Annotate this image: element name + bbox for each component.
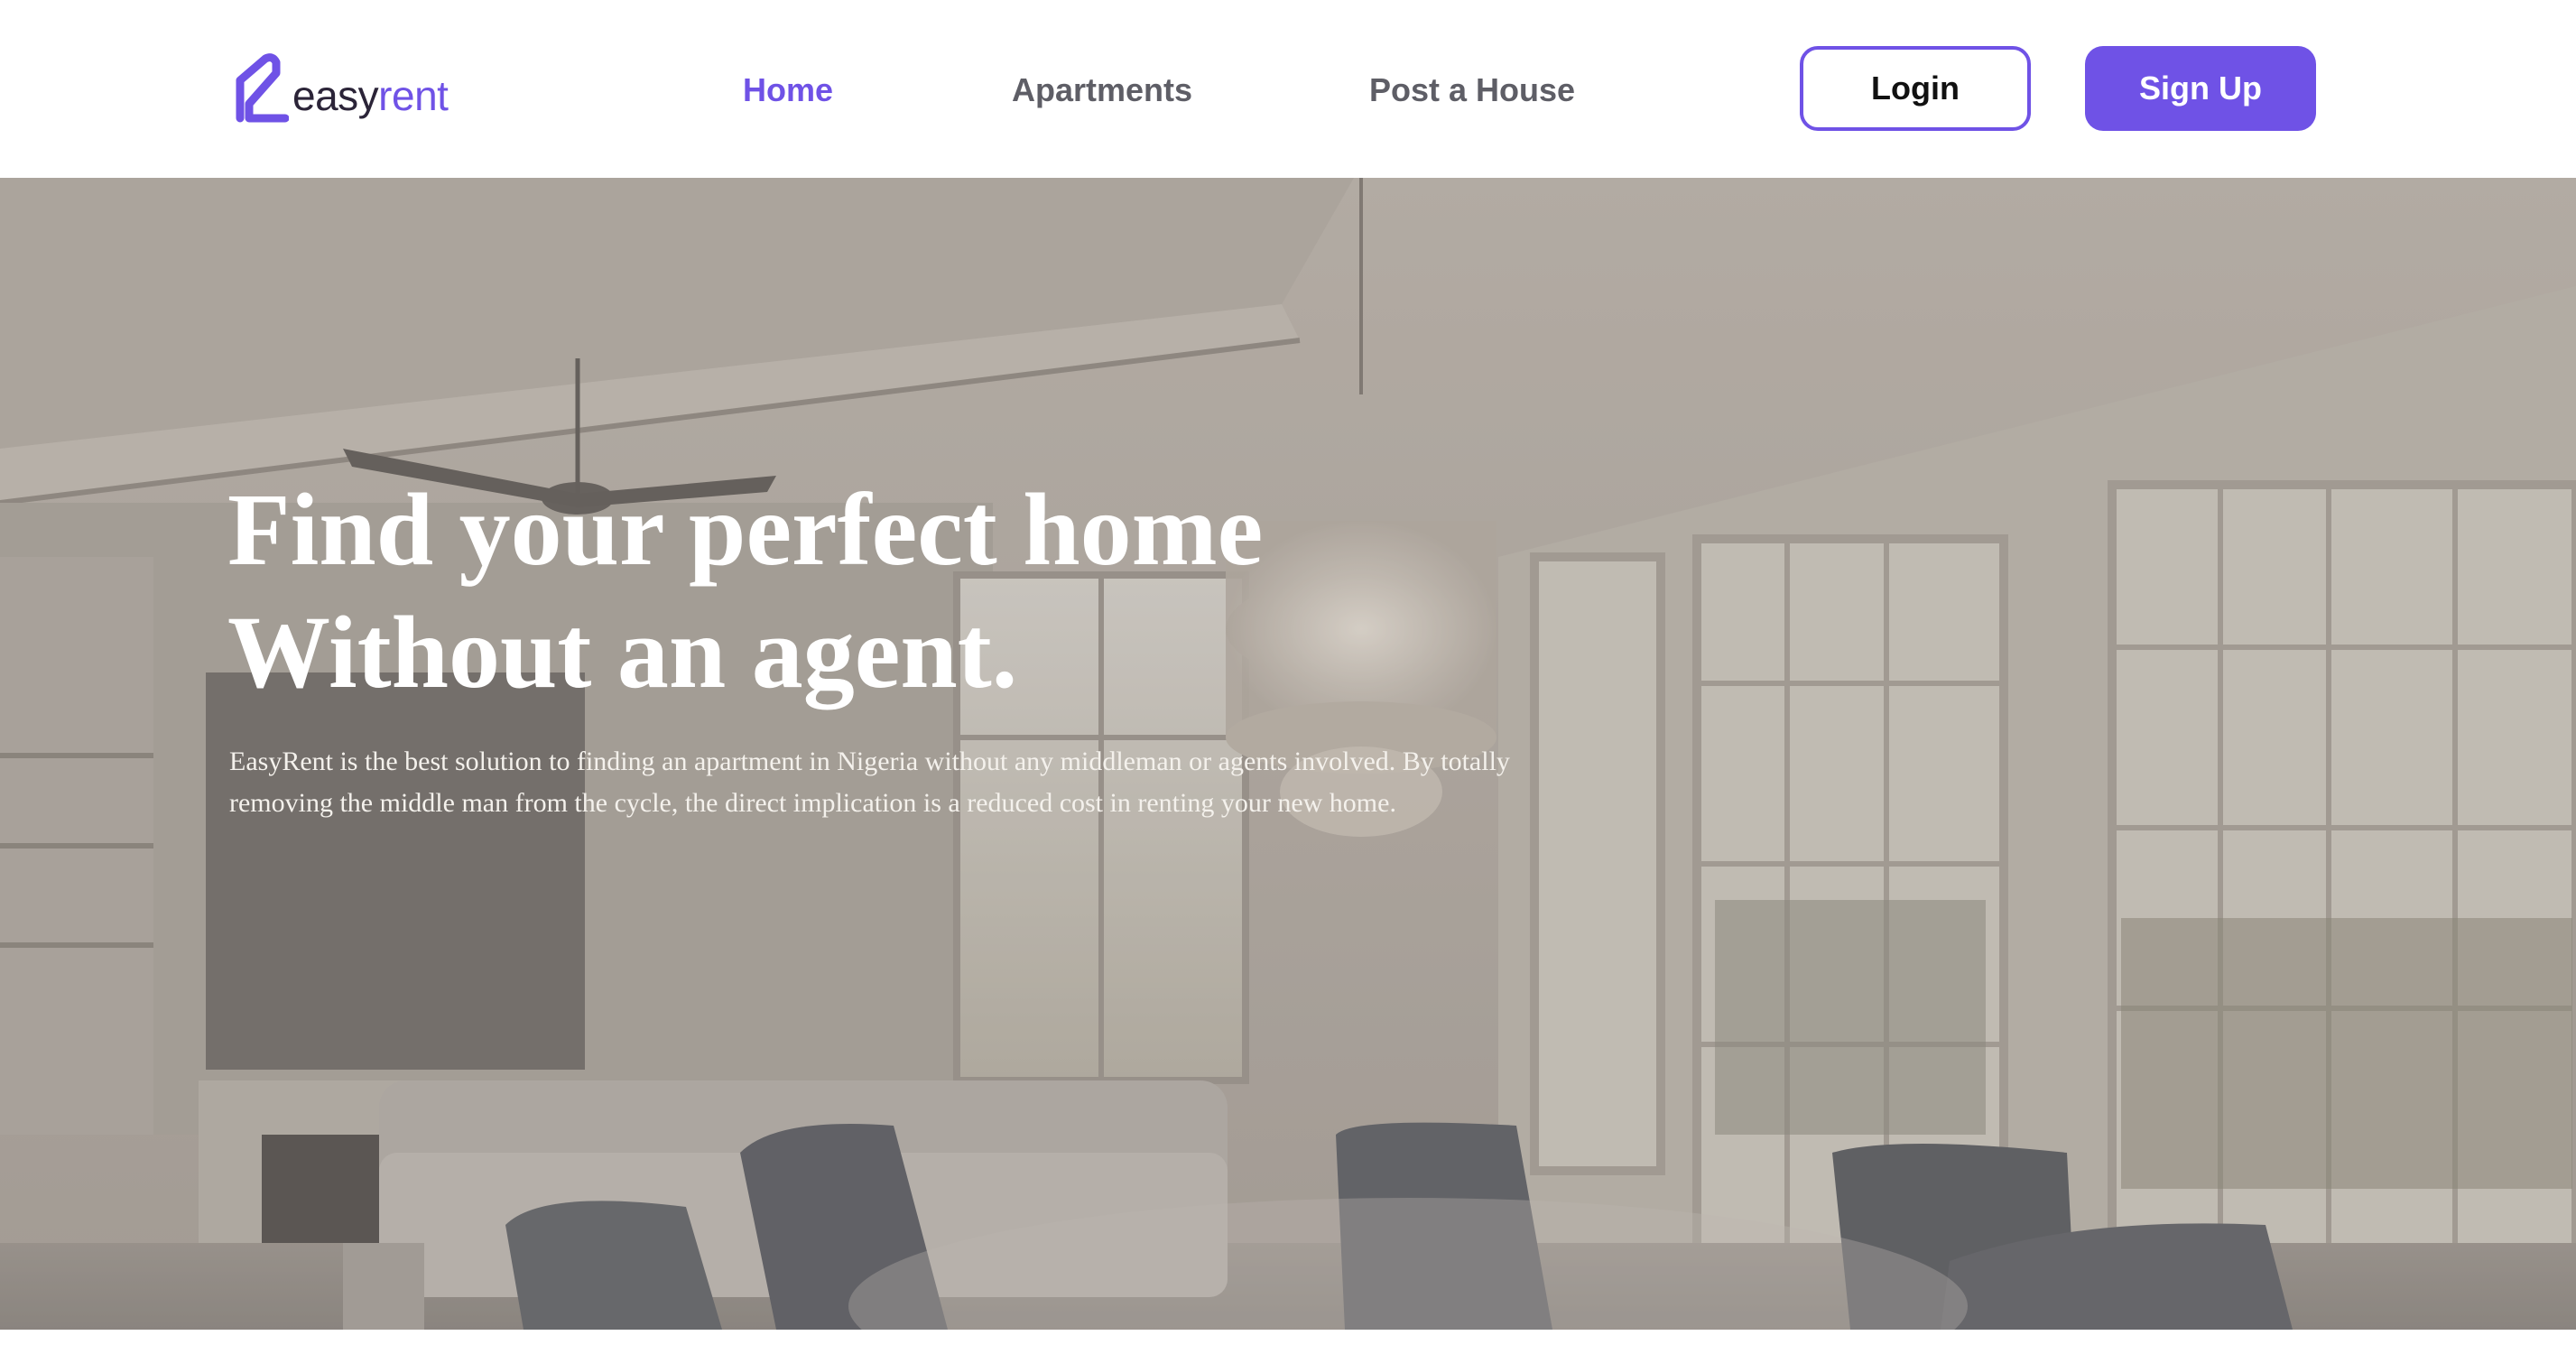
hero-title-line-2: Without an agent. bbox=[227, 595, 1018, 709]
page-bottom-strip bbox=[0, 1330, 2576, 1354]
hero-description: EasyRent is the best solution to finding… bbox=[229, 747, 1510, 818]
nav-link-home[interactable]: Home bbox=[743, 63, 833, 117]
hero-title-line-1: Find your perfect home bbox=[227, 472, 1264, 587]
hero-section: Find your perfect home Without an agent.… bbox=[0, 178, 2576, 1330]
top-navbar: easyrent Home Apartments Post a House Lo… bbox=[0, 0, 2576, 178]
hero-title: Find your perfect home Without an agent. bbox=[227, 468, 1263, 714]
nav-link-post-a-house[interactable]: Post a House bbox=[1369, 63, 1575, 117]
signup-button[interactable]: Sign Up bbox=[2085, 46, 2316, 131]
nav-link-apartments[interactable]: Apartments bbox=[1012, 63, 1192, 117]
login-button[interactable]: Login bbox=[1800, 46, 2031, 131]
